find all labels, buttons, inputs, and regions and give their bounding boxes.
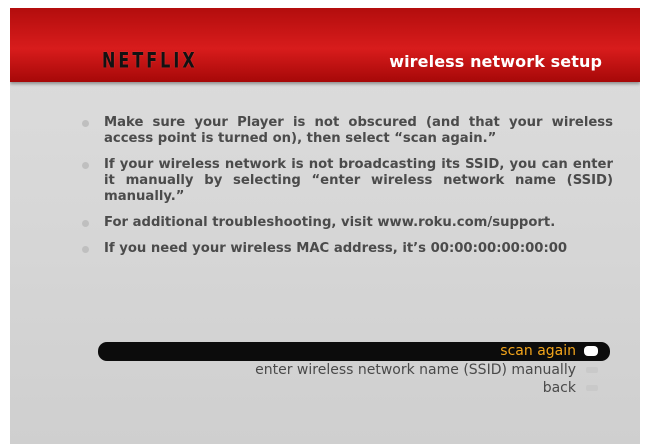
instruction-item: For additional troubleshooting, visit ww… (78, 215, 613, 231)
action-menu: scan again enter wireless network name (… (98, 342, 610, 397)
tv-screen: NETFLIX wireless network setup Make sure… (10, 8, 640, 444)
instruction-text: If you need your wireless MAC address, i… (104, 241, 568, 256)
bullet-dot-icon (82, 120, 89, 127)
bullet-dot-icon (82, 162, 89, 169)
menu-item-label: back (542, 380, 576, 396)
menu-item-label: enter wireless network name (SSID) manua… (255, 362, 576, 378)
selection-indicator-icon (586, 385, 598, 391)
instruction-text: If your wireless network is not broadcas… (104, 157, 613, 204)
enter-ssid-manually-button[interactable]: enter wireless network name (SSID) manua… (98, 361, 610, 379)
selection-indicator-icon (584, 346, 598, 356)
bullet-dot-icon (82, 246, 89, 253)
instruction-text: Make sure your Player is not obscured (a… (104, 115, 613, 146)
selection-indicator-icon (586, 367, 598, 373)
instruction-text: For additional troubleshooting, visit ww… (104, 215, 556, 230)
menu-item-label: scan again (500, 343, 576, 359)
page-title: wireless network setup (389, 52, 602, 71)
scan-again-button[interactable]: scan again (98, 342, 610, 361)
back-button[interactable]: back (98, 379, 610, 397)
instruction-item: Make sure your Player is not obscured (a… (78, 115, 613, 147)
instruction-item: If you need your wireless MAC address, i… (78, 241, 613, 257)
bullet-dot-icon (82, 220, 89, 227)
header-bar: NETFLIX wireless network setup (10, 8, 640, 82)
instruction-item: If your wireless network is not broadcas… (78, 157, 613, 205)
netflix-logo: NETFLIX (102, 47, 198, 73)
instructions-list: Make sure your Player is not obscured (a… (78, 115, 613, 267)
